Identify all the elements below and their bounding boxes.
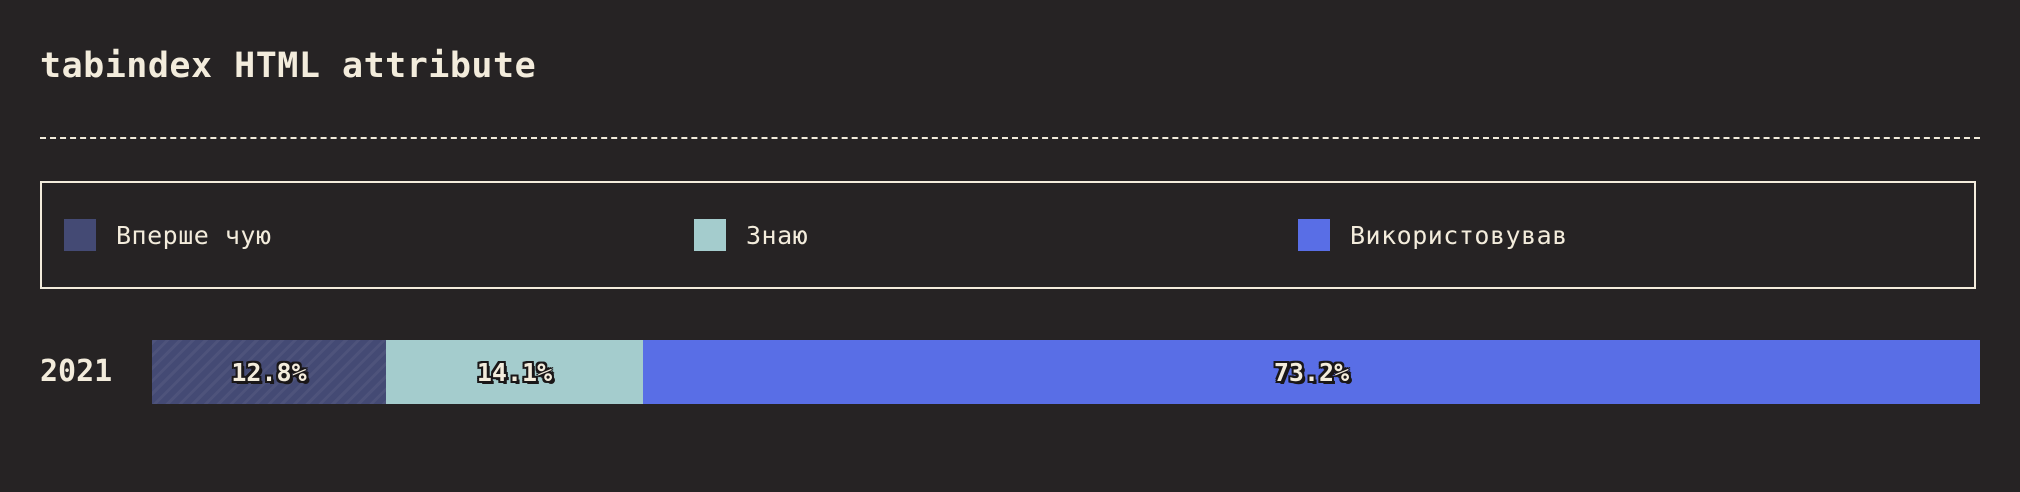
legend-item-know[interactable]: Знаю (694, 183, 808, 287)
bar-segment-used[interactable]: 73.2% (643, 340, 1980, 404)
bar-label-never-heard: 12.8% (231, 357, 307, 387)
legend-swatch-never-heard (64, 219, 96, 251)
legend-item-used[interactable]: Використовував (1298, 183, 1568, 287)
legend-swatch-used (1298, 219, 1330, 251)
year-label: 2021 (40, 354, 113, 389)
legend-label-never-heard: Вперше чую (116, 220, 272, 250)
bar-label-know: 14.1% (476, 357, 553, 387)
bar-segment-know[interactable]: 14.1% (386, 340, 643, 404)
legend-label-used: Використовував (1350, 220, 1568, 250)
legend-label-know: Знаю (746, 220, 809, 250)
bar-segment-never-heard[interactable]: 12.8% (152, 340, 386, 404)
legend-item-never-heard[interactable]: Вперше чую (64, 183, 272, 287)
legend-swatch-know (694, 219, 726, 251)
stacked-bar-2021: 12.8% 14.1% 73.2% (152, 340, 1980, 404)
bar-label-used: 73.2% (1273, 357, 1350, 387)
chart-title: tabindex HTML attribute (40, 46, 537, 86)
title-divider (40, 137, 1980, 139)
legend: Вперше чую Знаю Використовував (40, 181, 1976, 289)
